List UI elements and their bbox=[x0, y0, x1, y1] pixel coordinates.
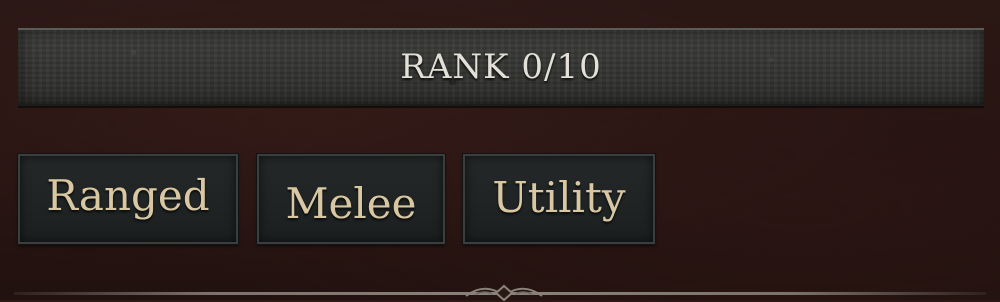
ornament-icon bbox=[465, 284, 543, 302]
tab-utility-label: Utility bbox=[492, 172, 626, 222]
rank-banner: RANK 0/10 bbox=[18, 28, 984, 106]
tab-utility[interactable]: Utility bbox=[462, 153, 656, 245]
tab-melee-label: Melee bbox=[285, 178, 417, 228]
tab-ranged-label: Ranged bbox=[46, 170, 210, 220]
tab-ranged[interactable]: Ranged bbox=[17, 153, 239, 245]
tab-melee[interactable]: Melee bbox=[256, 153, 446, 245]
rank-label: RANK 0/10 bbox=[400, 47, 602, 87]
